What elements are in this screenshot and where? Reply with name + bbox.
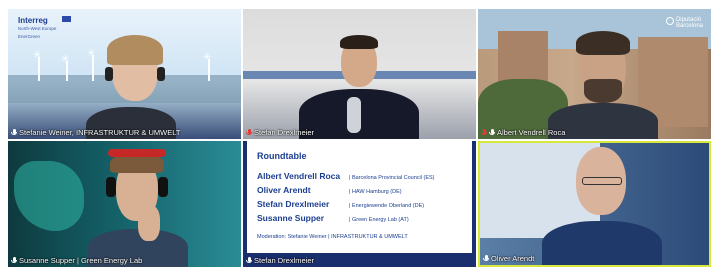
- panelist-row: Stefan Drexlmeier | Energiewende Oberlan…: [257, 199, 462, 213]
- panelist-name: Susanne Supper: [257, 213, 325, 223]
- moderation-line: Moderation: Stefanie Weiner | INFRASTRUK…: [257, 234, 408, 240]
- video-tile-roundtable-slide[interactable]: Roundtable Albert Vendrell Roca | Barcel…: [243, 141, 476, 267]
- hand: [138, 205, 160, 241]
- wind-turbine-icon: [34, 50, 41, 81]
- microphone-icon: [11, 129, 17, 136]
- panelist-name: Stefan Drexlmeier: [257, 199, 330, 209]
- microphone-icon: [489, 129, 495, 136]
- panelist-organization: | Green Energy Lab (AT): [349, 217, 409, 223]
- video-tile-susanne-supper[interactable]: Susanne Supper | Green Energy Lab: [8, 141, 241, 267]
- panelist-name: Oliver Arendt: [257, 185, 311, 195]
- participant-name-label: Albert Vendrell Roca: [481, 128, 565, 137]
- participant-name-label: Stefan Drexlmeier: [246, 128, 314, 137]
- muted-microphone-icon: [481, 129, 487, 136]
- panelist-name: Albert Vendrell Roca: [257, 171, 341, 181]
- interreg-logo: Interreg North-West Europe EnerGreen: [18, 16, 57, 40]
- video-tile-oliver-arendt[interactable]: Oliver Arendt: [478, 141, 711, 267]
- participant-name-label: Stefan Drexlmeier: [246, 256, 314, 265]
- microphone-icon: [246, 257, 252, 264]
- panelist-organization: | Energiewende Oberland (DE): [349, 203, 425, 209]
- participant-name-label: Stefanie Weiner, INFRASTRUKTUR & UMWELT: [11, 128, 180, 137]
- panelist-organization: | HAW Hamburg (DE): [349, 189, 402, 195]
- headphones: [108, 149, 166, 157]
- participant-name-label: Susanne Supper | Green Energy Lab: [11, 256, 142, 265]
- glasses: [582, 177, 622, 185]
- roundtable-title: Roundtable: [257, 151, 307, 161]
- panelist-organization: | Barcelona Provincial Council (ES): [349, 175, 435, 181]
- participant-name-label: Oliver Arendt: [483, 254, 534, 263]
- microphone-stand: [347, 97, 361, 133]
- video-tile-stefan-drexlmeier[interactable]: Stefan Drexlmeier: [243, 9, 476, 139]
- panelist-row: Susanne Supper | Green Energy Lab (AT): [257, 213, 462, 227]
- muted-microphone-icon: [246, 129, 252, 136]
- video-tile-stefanie-weiner[interactable]: Interreg North-West Europe EnerGreen Ste…: [8, 9, 241, 139]
- eu-flag-icon: [62, 16, 71, 22]
- panelist-row: Oliver Arendt | HAW Hamburg (DE): [257, 185, 462, 199]
- microphone-icon: [483, 255, 489, 262]
- microphone-icon: [11, 257, 17, 264]
- panelist-row: Albert Vendrell Roca | Barcelona Provinc…: [257, 171, 462, 185]
- roundtable-slide: Roundtable Albert Vendrell Roca | Barcel…: [247, 141, 472, 253]
- wind-turbine-icon: [204, 52, 211, 81]
- diputacio-barcelona-logo: Diputació Barcelona: [665, 17, 703, 29]
- wind-turbine-icon: [62, 54, 69, 81]
- wind-turbine-icon: [88, 48, 95, 81]
- video-tile-albert-vendrell-roca[interactable]: Diputació Barcelona Albert Vendrell Roca: [478, 9, 711, 139]
